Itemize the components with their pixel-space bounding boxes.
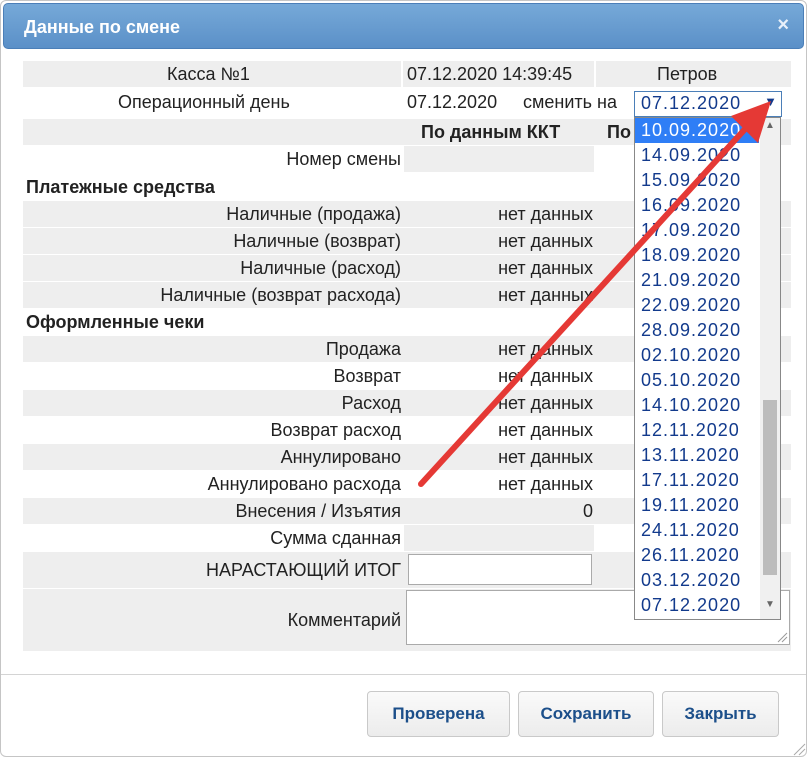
op-day-label: Операционный день xyxy=(118,92,290,112)
cash-expense-kkt: нет данных xyxy=(498,258,593,278)
header-kkt: По данным ККТ xyxy=(421,122,561,142)
date-select[interactable]: 07.12.2020 ▼ xyxy=(634,91,782,117)
dropdown-option[interactable]: 14.10.2020 xyxy=(635,393,759,418)
expense-return-kkt: нет данных xyxy=(498,420,593,440)
dropdown-option[interactable]: 26.11.2020 xyxy=(635,543,759,568)
dropdown-option[interactable]: 18.09.2020 xyxy=(635,243,759,268)
date-dropdown-list[interactable]: 07.12.2020 03.12.2020 26.11.2020 24.11.2020… xyxy=(634,117,781,620)
return-kkt: нет данных xyxy=(498,366,593,386)
sale-kkt: нет данных xyxy=(498,339,593,359)
shift-data-dialog: Данные по смене × Касса №1 07.12.2020 14… xyxy=(0,0,807,757)
column-divider xyxy=(401,61,403,87)
sale-label: Продажа xyxy=(325,339,401,359)
cancelled-expense-label: Аннулировано расхода xyxy=(207,474,401,494)
amount-handed-label: Сумма сданная xyxy=(270,528,401,548)
cash-expense-return-kkt: нет данных xyxy=(498,285,593,305)
user-name: Петров xyxy=(657,64,718,84)
dropdown-option[interactable]: 24.11.2020 xyxy=(635,518,759,543)
scroll-down-icon[interactable]: ▼ xyxy=(760,599,780,615)
dropdown-option[interactable]: 28.09.2020 xyxy=(635,318,759,343)
cash-return-kkt: нет данных xyxy=(498,231,593,251)
dropdown-option[interactable]: 10.09.2020 xyxy=(635,118,759,143)
dropdown-option[interactable]: 13.11.2020 xyxy=(635,443,759,468)
payments-section-title: Платежные средства xyxy=(26,177,215,197)
receipts-section-title: Оформленные чеки xyxy=(26,312,205,332)
close-button[interactable]: Закрыть xyxy=(662,691,779,737)
cancelled-label: Аннулировано xyxy=(280,447,401,467)
chevron-down-icon[interactable]: ▼ xyxy=(764,94,777,109)
dropdown-option[interactable]: 03.12.2020 xyxy=(635,568,759,593)
shift-number-label: Номер смены xyxy=(286,149,401,169)
footer-divider xyxy=(1,674,806,675)
scrollbar-thumb[interactable] xyxy=(763,400,777,575)
cash-return-label: Наличные (возврат) xyxy=(233,231,401,251)
save-button[interactable]: Сохранить xyxy=(518,691,654,737)
date-select-value: 07.12.2020 xyxy=(641,93,742,113)
resize-grip-icon[interactable] xyxy=(792,742,806,756)
change-label: сменить на xyxy=(523,92,617,112)
dropdown-option[interactable]: 05.10.2020 xyxy=(635,368,759,393)
expense-return-label: Возврат расход xyxy=(270,420,401,440)
dropdown-option[interactable]: 19.11.2020 xyxy=(635,493,759,518)
running-total-label: НАРАСТАЮЩИЙ ИТОГ xyxy=(205,560,401,580)
cash-expense-return-label: Наличные (возврат расхода) xyxy=(160,285,401,305)
deposits-kkt: 0 xyxy=(582,501,593,521)
expense-kkt: нет данных xyxy=(498,393,593,413)
checked-button[interactable]: Проверена xyxy=(367,691,510,737)
dropdown-option[interactable]: 07.12.2020 xyxy=(635,593,759,618)
dropdown-option[interactable]: 17.11.2020 xyxy=(635,468,759,493)
resize-grip-icon[interactable] xyxy=(776,631,788,643)
running-total-input[interactable] xyxy=(408,554,592,585)
cancelled-expense-kkt: нет данных xyxy=(498,474,593,494)
scroll-up-icon[interactable]: ▲ xyxy=(760,120,780,136)
dropdown-option[interactable]: 22.09.2020 xyxy=(635,293,759,318)
cash-sale-label: Наличные (продажа) xyxy=(226,204,401,224)
dropdown-option[interactable]: 21.09.2020 xyxy=(635,268,759,293)
cell-bg xyxy=(404,146,594,172)
dropdown-option[interactable]: 17.09.2020 xyxy=(635,218,759,243)
shift-datetime: 07.12.2020 14:39:45 xyxy=(407,64,573,84)
op-day-value: 07.12.2020 xyxy=(407,92,498,112)
dropdown-option[interactable]: 14.09.2020 xyxy=(635,143,759,168)
expense-label: Расход xyxy=(341,393,401,413)
kassa-label: Касса №1 xyxy=(167,64,250,84)
cancelled-kkt: нет данных xyxy=(498,447,593,467)
dropdown-option[interactable]: 02.10.2020 xyxy=(635,343,759,368)
deposits-label: Внесения / Изъятия xyxy=(235,501,401,521)
header-po: По xyxy=(607,122,631,142)
dropdown-option[interactable]: 15.09.2020 xyxy=(635,168,759,193)
cash-sale-kkt: нет данных xyxy=(498,204,593,224)
dialog-content: Касса №1 07.12.2020 14:39:45 Петров Опер… xyxy=(1,1,806,756)
return-label: Возврат xyxy=(333,366,402,386)
info-row-kassa: Касса №1 07.12.2020 14:39:45 Петров xyxy=(23,61,791,87)
column-divider xyxy=(594,61,596,87)
dropdown-option[interactable]: 16.09.2020 xyxy=(635,193,759,218)
comment-label: Комментарий xyxy=(287,610,401,630)
dropdown-option[interactable]: 12.11.2020 xyxy=(635,418,759,443)
cash-expense-label: Наличные (расход) xyxy=(240,258,401,278)
dropdown-scrollbar[interactable]: ▲ ▼ xyxy=(760,118,780,619)
cell-bg xyxy=(404,525,594,551)
